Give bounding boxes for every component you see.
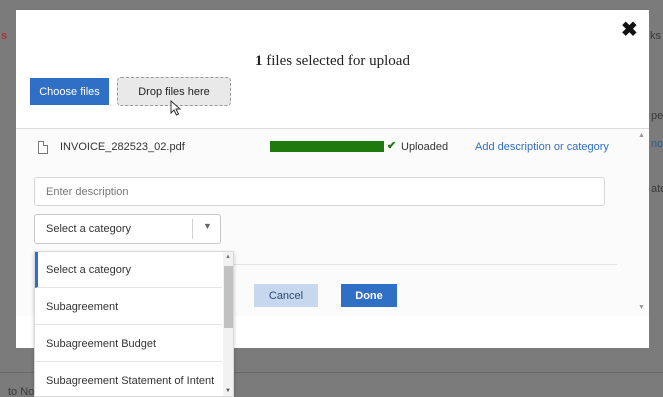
background-fragment: s (1, 30, 8, 42)
done-button[interactable]: Done (341, 284, 397, 307)
mouse-cursor-icon (170, 100, 182, 116)
dropdown-scrollbar[interactable]: ▲ ▼ (223, 252, 233, 396)
dropdown-option[interactable]: Subagreement Statement of Intent (35, 363, 222, 396)
cancel-button[interactable]: Cancel (254, 284, 318, 307)
file-panel-scrollbar[interactable]: ▲ ▼ (636, 128, 648, 316)
upload-progress-bar (270, 141, 384, 152)
description-input[interactable] (34, 177, 605, 206)
upload-progress-fill (270, 141, 384, 152)
dropdown-option[interactable]: Subagreement (35, 289, 222, 325)
category-select-value: Select a category (46, 223, 131, 235)
dropdown-option[interactable]: Subagreement Budget (35, 326, 222, 362)
check-icon: ✔ (387, 140, 397, 152)
title-text: files selected for upload (262, 53, 410, 69)
dropdown-scroll-thumb[interactable] (224, 266, 233, 328)
file-name: INVOICE_282523_02.pdf (60, 141, 185, 153)
scroll-down-icon[interactable]: ▼ (638, 304, 645, 311)
close-icon[interactable]: ✖ (621, 20, 638, 40)
upload-status-label: Uploaded (401, 141, 449, 153)
category-dropdown-list: Select a category Subagreement Subagreem… (34, 251, 234, 397)
select-separator (192, 219, 193, 239)
chevron-down-icon[interactable]: ▼ (203, 221, 212, 231)
file-row: INVOICE_282523_02.pdf ✔ Uploaded Add des… (16, 129, 636, 165)
background-fragment: ks (650, 30, 661, 42)
dropdown-option[interactable]: Select a category (35, 252, 222, 288)
background-fragment: to No (8, 386, 35, 397)
document-icon (38, 141, 48, 154)
choose-files-button[interactable]: Choose files (30, 78, 109, 105)
scroll-down-icon[interactable]: ▼ (225, 388, 231, 394)
files-count: 1 (255, 53, 263, 69)
add-description-link[interactable]: Add description or category (475, 141, 609, 153)
drop-files-label: Drop files here (138, 85, 210, 98)
scroll-up-icon[interactable]: ▲ (225, 254, 231, 260)
background-fragment: ate (651, 183, 663, 195)
category-select[interactable]: Select a category ▼ (34, 214, 221, 244)
modal-title: 1 files selected for upload (16, 53, 649, 70)
scroll-up-icon[interactable]: ▲ (638, 132, 645, 139)
background-fragment: pen (651, 110, 663, 122)
background-fragment: now (651, 138, 663, 150)
